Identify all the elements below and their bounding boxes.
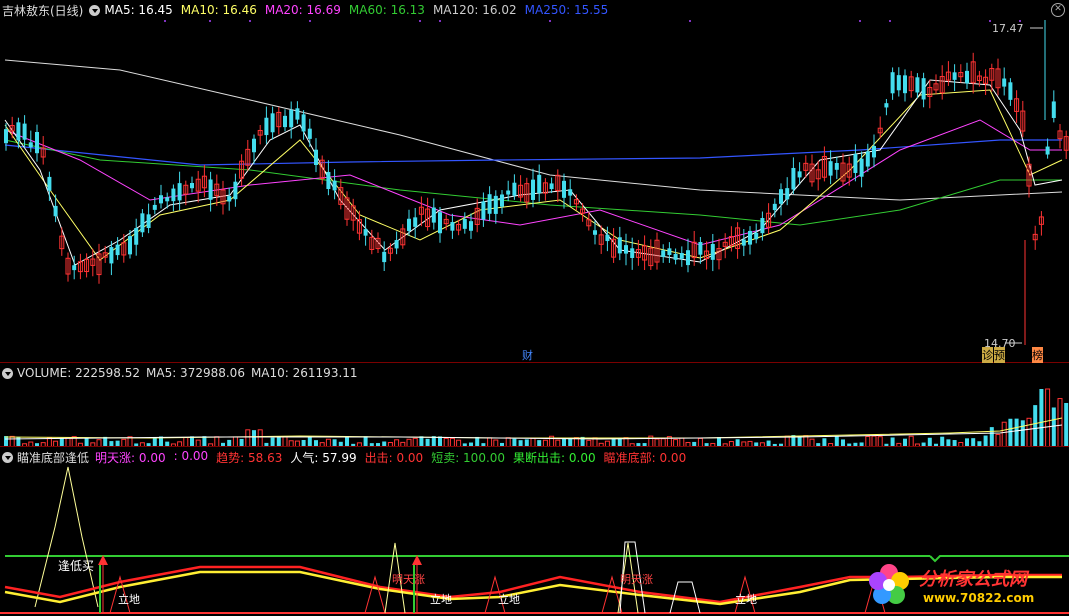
stand-label-3: 立地 [498, 593, 520, 606]
collapse-icon[interactable] [2, 367, 13, 379]
ma-legend-item: MA5: 16.45 [104, 3, 173, 17]
marker-forecast[interactable]: 预 [994, 347, 1005, 363]
marker-ranking[interactable]: 榜 [1032, 347, 1043, 363]
collapse-icon[interactable] [89, 4, 101, 16]
ma-legend: MA5: 16.45 MA10: 16.46 MA20: 16.69 MA60: 16… [104, 3, 608, 17]
ma-legend-item: MA120: 16.02 [432, 3, 517, 17]
indicator-field: 出击: 0.00 [364, 450, 424, 465]
volume-ma10: MA10: 261193.11 [250, 366, 358, 380]
candlestick-chart[interactable] [0, 0, 1069, 362]
ma-legend-item: MA60: 16.13 [348, 3, 425, 17]
stand-label-1: 立地 [118, 593, 140, 606]
marker-finance[interactable]: 财 [522, 347, 533, 363]
indicator-field: 瞄准底部: 0.00 [603, 450, 687, 465]
stand-label-2: 立地 [430, 593, 452, 606]
close-icon[interactable]: ✕ [1051, 3, 1065, 17]
buy-low-label: 逢低买 [58, 559, 95, 573]
indicator-fields: 明天涨: 0.00 : 0.00 趋势: 58.63 人气: 57.99 出击: 0.0… [95, 449, 686, 466]
ma-legend-item: MA20: 16.69 [264, 3, 341, 17]
high-price-label: 17.47 [992, 22, 1024, 35]
indicator-field: : 0.00 [173, 448, 209, 463]
tomorrow-up-label-2: 明天涨 [620, 573, 653, 586]
price-header: 吉林敖东(日线) MA5: 16.45 MA10: 16.46 MA20: 16.6… [2, 2, 614, 18]
watermark-url: www.70822.com [923, 591, 1035, 605]
tomorrow-up-label-1: 明天涨 [392, 573, 425, 586]
volume-panel[interactable]: VOLUME: 222598.52 MA5: 372988.06 MA10: 2… [0, 362, 1069, 447]
watermark-text: 分析家公式网 [919, 569, 1027, 590]
volume-header: VOLUME: 222598.52 MA5: 372988.06 MA10: 2… [2, 365, 364, 381]
ma-legend-item: MA250: 15.55 [524, 3, 609, 17]
stock-name: 吉林敖东(日线) [2, 3, 84, 18]
indicator-field: 趋势: 58.63 [216, 450, 283, 465]
indicator-header: 瞄准底部逢低 明天涨: 0.00 : 0.00 趋势: 58.63 人气: 57.99… [2, 449, 692, 465]
price-chart-panel[interactable]: 吉林敖东(日线) MA5: 16.45 MA10: 16.46 MA20: 16.6… [0, 0, 1069, 363]
volume-value: VOLUME: 222598.52 [17, 366, 140, 380]
ma-legend-item: MA10: 16.46 [180, 3, 257, 17]
marker-diagnose[interactable]: 诊 [982, 347, 993, 363]
indicator-field: 明天涨: 0.00 [95, 450, 166, 465]
indicator-name: 瞄准底部逢低 [17, 450, 90, 465]
indicator-field: 人气: 57.99 [290, 450, 357, 465]
volume-ma5: MA5: 372988.06 [146, 366, 245, 380]
indicator-field: 果断出击: 0.00 [513, 450, 596, 465]
stand-label-4: 立地 [735, 593, 757, 606]
collapse-icon[interactable] [2, 451, 13, 463]
indicator-field: 短卖: 100.00 [431, 450, 506, 465]
watermark-logo: 分析家公式网 www.70822.com [863, 559, 1063, 611]
